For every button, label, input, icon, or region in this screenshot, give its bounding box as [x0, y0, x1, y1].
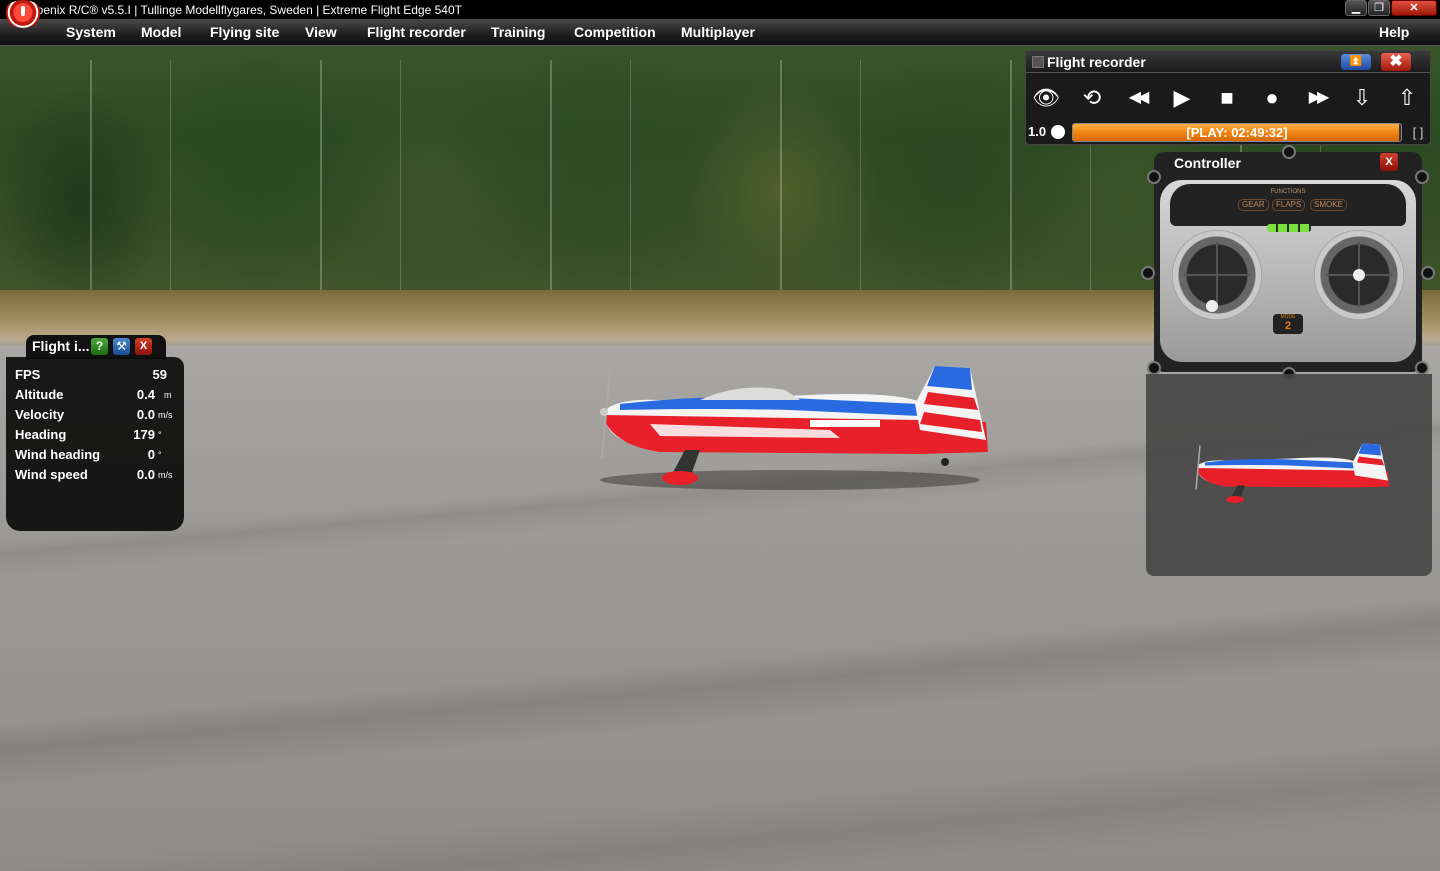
trim-bracket-icon[interactable]: [ ]: [1409, 123, 1427, 142]
playback-progress-bar[interactable]: [PLAY: 02:49:32]: [1072, 123, 1402, 142]
left-stick-gimbal: [1172, 230, 1262, 320]
flight-recorder-panel: Flight recorder ⏫ ✖ 👁 ⟲ ◀◀ ▶ ■ ● ▶▶ ⇩ ⇧ …: [1025, 50, 1431, 145]
status-leds: [1267, 224, 1311, 232]
info-value: 0.0: [136, 407, 155, 422]
maximize-button[interactable]: ❐: [1368, 0, 1390, 16]
resize-handle[interactable]: [1147, 361, 1161, 375]
info-value: 179: [133, 427, 155, 442]
flight-recorder-titlebar[interactable]: Flight recorder ⏫ ✖: [1026, 51, 1430, 73]
info-value: 0.4: [136, 387, 155, 402]
window-titlebar: ✈ Phoenix R/C® v5.5.I | Tullinge Modellf…: [0, 0, 1440, 19]
power-button[interactable]: [3, 0, 43, 28]
info-row-velocity: Velocity 0.0 m/s: [15, 405, 175, 425]
info-label: Heading: [15, 427, 67, 442]
menu-model[interactable]: Model: [141, 19, 181, 46]
menu-flying-site[interactable]: Flying site: [210, 19, 279, 46]
controller-close-button[interactable]: X: [1380, 153, 1398, 171]
flight-info-panel: Flight i... ? ⚒ X FPS 59 Altitude 0.4 m …: [6, 335, 184, 531]
view-eye-icon[interactable]: 👁: [1026, 79, 1066, 117]
menu-help[interactable]: Help: [1379, 19, 1409, 46]
flight-recorder-title: Flight recorder: [1047, 54, 1146, 70]
flaps-switch: FLAPS: [1272, 199, 1306, 211]
aircraft-model: [600, 366, 988, 490]
gear-switch: GEAR: [1238, 199, 1269, 211]
collapse-button[interactable]: ⏫: [1341, 54, 1371, 70]
info-label: Altitude: [15, 387, 64, 402]
info-value: 0: [147, 447, 155, 462]
menu-system[interactable]: System: [66, 19, 116, 46]
playback-speed: 1.0: [1028, 124, 1047, 139]
info-unit: m: [164, 390, 172, 400]
menu-multiplayer[interactable]: Multiplayer: [681, 19, 755, 46]
resize-handle[interactable]: [1147, 170, 1161, 184]
info-unit: m/s: [158, 470, 173, 480]
close-window-button[interactable]: ✕: [1391, 0, 1437, 16]
info-row-fps: FPS 59: [15, 365, 175, 385]
minimize-button[interactable]: ▁: [1345, 0, 1367, 16]
functions-label: FUNCTIONS: [1270, 189, 1306, 195]
playback-status: [PLAY: 02:49:32]: [1186, 125, 1288, 140]
flight-recorder-close-button[interactable]: ✖: [1381, 53, 1411, 71]
menu-competition[interactable]: Competition: [574, 19, 656, 46]
controller-panel: Controller X FUNCTIONS GEAR FLAPS SMOKE …: [1141, 145, 1435, 576]
info-value: 59: [152, 367, 167, 382]
flight-info-close-button[interactable]: X: [135, 338, 152, 355]
resize-handle[interactable]: [1415, 170, 1429, 184]
right-stick-gimbal: [1314, 230, 1404, 320]
fast-forward-button[interactable]: ▶▶: [1297, 79, 1337, 117]
loop-icon[interactable]: ⟲: [1072, 79, 1112, 117]
info-row-heading: Heading 179 °: [15, 425, 175, 445]
menu-training[interactable]: Training: [491, 19, 545, 46]
mode-value: 2: [1284, 320, 1292, 332]
power-icon: [20, 6, 25, 16]
speed-slider-knob[interactable]: [1051, 125, 1065, 139]
info-label: FPS: [15, 367, 41, 382]
play-button[interactable]: ▶: [1162, 79, 1202, 117]
resize-handle[interactable]: [1415, 361, 1429, 375]
info-unit: °: [158, 430, 162, 440]
menu-flight-recorder[interactable]: Flight recorder: [367, 19, 466, 46]
menu-view[interactable]: View: [305, 19, 337, 46]
resize-handle[interactable]: [1282, 145, 1296, 159]
model-preview: [1146, 374, 1432, 576]
info-row-wind-heading: Wind heading 0 °: [15, 445, 175, 465]
drag-handle-icon[interactable]: [1032, 56, 1044, 68]
record-button[interactable]: ●: [1252, 79, 1292, 117]
info-row-wind-speed: Wind speed 0.0 m/s: [15, 465, 175, 485]
stop-button[interactable]: ■: [1207, 79, 1247, 117]
aircraft-preview: [1195, 443, 1389, 503]
upload-icon[interactable]: ⇧: [1387, 79, 1427, 117]
transmitter-graphic: FUNCTIONS GEAR FLAPS SMOKE MODE 2: [1160, 180, 1416, 362]
download-icon[interactable]: ⇩: [1342, 79, 1382, 117]
window-title: Phoenix R/C® v5.5.I | Tullinge Modellfly…: [22, 2, 462, 17]
mode-display: MODE 2: [1273, 314, 1303, 334]
settings-tools-icon[interactable]: ⚒: [113, 338, 130, 355]
info-label: Velocity: [15, 407, 65, 422]
resize-handle[interactable]: [1421, 266, 1435, 280]
smoke-switch: SMOKE: [1310, 199, 1347, 211]
flight-info-body: FPS 59 Altitude 0.4 m Velocity 0.0 m/s H…: [6, 357, 184, 531]
info-unit: m/s: [158, 410, 173, 420]
info-row-altitude: Altitude 0.4 m: [15, 385, 175, 405]
rewind-button[interactable]: ◀◀: [1117, 79, 1157, 117]
info-value: 0.0: [136, 467, 155, 482]
left-stick-knob: [1206, 300, 1218, 312]
help-icon[interactable]: ?: [91, 338, 108, 355]
info-label: Wind heading: [15, 447, 101, 462]
transmitter-top: FUNCTIONS GEAR FLAPS SMOKE: [1170, 184, 1406, 226]
resize-handle[interactable]: [1141, 266, 1155, 280]
info-unit: °: [158, 450, 162, 460]
info-label: Wind speed: [15, 467, 88, 482]
flight-info-title: Flight i...: [32, 338, 90, 354]
controller-title: Controller: [1174, 155, 1241, 171]
right-stick-knob: [1353, 269, 1365, 281]
